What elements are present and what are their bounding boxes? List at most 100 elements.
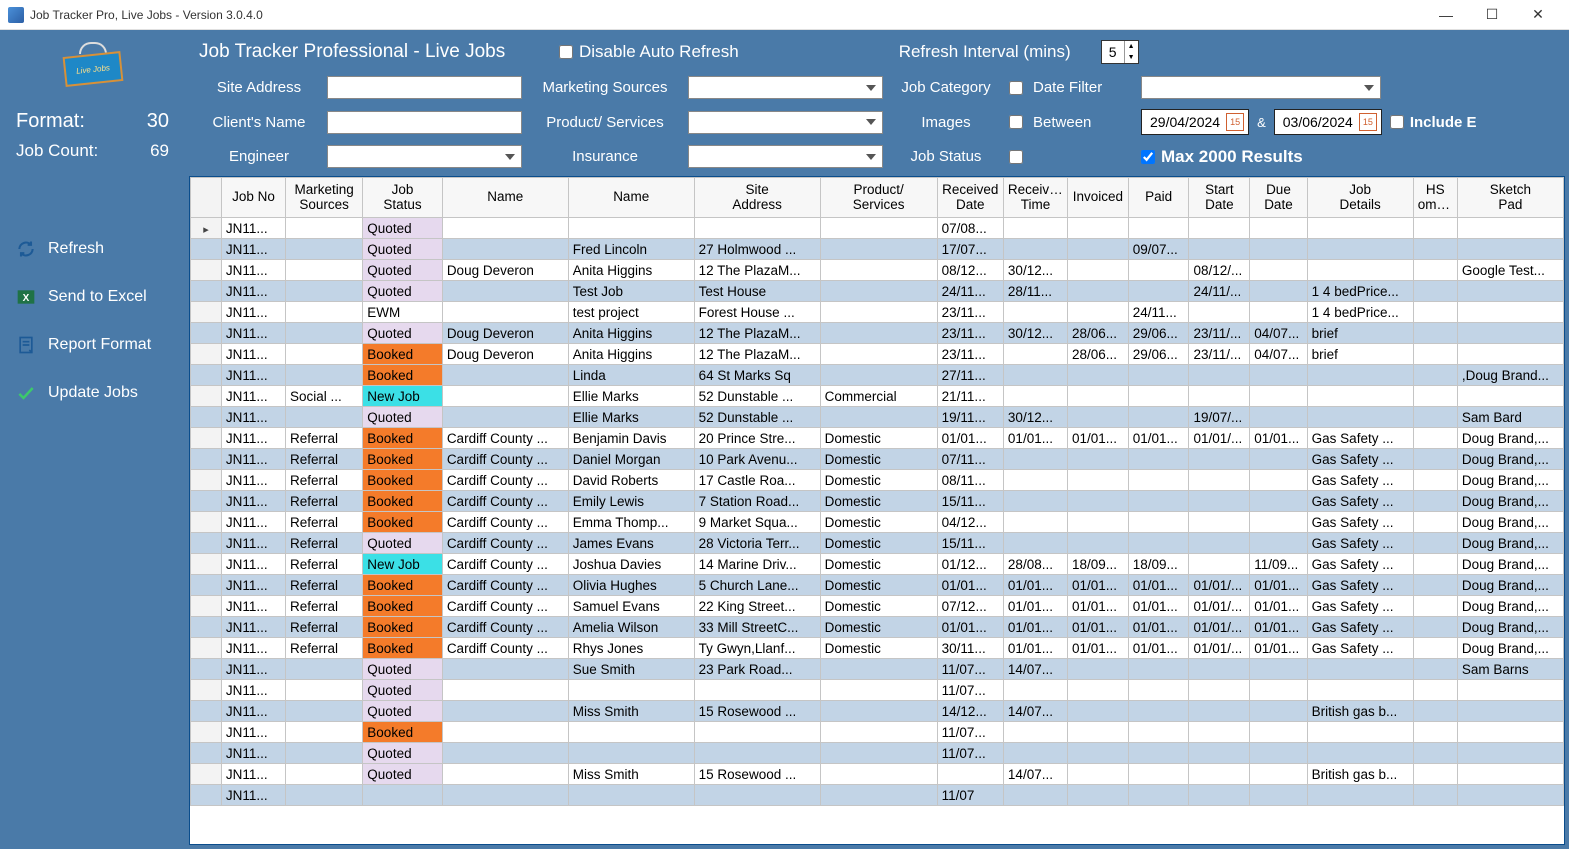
spin-up-icon[interactable]: ▲ — [1125, 41, 1138, 52]
table-cell[interactable] — [1413, 617, 1457, 638]
table-cell[interactable]: Doug Deveron — [442, 344, 568, 365]
table-cell[interactable]: Quoted — [363, 533, 443, 554]
table-cell[interactable]: Referral — [285, 596, 362, 617]
table-cell[interactable]: Quoted — [363, 218, 443, 239]
table-cell[interactable]: Gas Safety ... — [1307, 512, 1413, 533]
table-cell[interactable]: Doug Deveron — [442, 323, 568, 344]
table-cell[interactable]: 01/01... — [1003, 617, 1067, 638]
table-row[interactable]: JN11...ReferralBookedCardiff County ...E… — [191, 512, 1564, 533]
table-cell[interactable] — [694, 743, 820, 764]
table-cell[interactable] — [694, 218, 820, 239]
column-header[interactable]: ReceivedTime — [1003, 178, 1067, 218]
table-cell[interactable] — [442, 785, 568, 806]
job-status-checkbox[interactable] — [1009, 150, 1023, 164]
table-cell[interactable] — [1250, 743, 1307, 764]
table-cell[interactable]: Booked — [363, 428, 443, 449]
row-header[interactable] — [191, 260, 222, 281]
table-cell[interactable]: Daniel Morgan — [568, 449, 694, 470]
table-cell[interactable] — [1457, 281, 1563, 302]
table-cell[interactable] — [1413, 386, 1457, 407]
table-cell[interactable]: JN11... — [221, 596, 285, 617]
table-cell[interactable] — [1413, 575, 1457, 596]
table-cell[interactable]: Anita Higgins — [568, 323, 694, 344]
row-header[interactable] — [191, 386, 222, 407]
table-cell[interactable]: 04/07... — [1250, 344, 1307, 365]
table-cell[interactable] — [820, 218, 937, 239]
table-cell[interactable] — [1128, 407, 1189, 428]
nav-refresh[interactable]: Refresh — [0, 225, 185, 273]
table-cell[interactable] — [285, 722, 362, 743]
table-cell[interactable]: 7 Station Road... — [694, 491, 820, 512]
table-cell[interactable]: 14/07... — [1003, 764, 1067, 785]
table-cell[interactable]: 01/01... — [1250, 428, 1307, 449]
table-cell[interactable]: 01/01... — [1067, 596, 1128, 617]
table-cell[interactable]: Domestic — [820, 575, 937, 596]
table-cell[interactable] — [1067, 260, 1128, 281]
table-cell[interactable]: 29/06... — [1128, 344, 1189, 365]
table-cell[interactable]: 11/07... — [937, 722, 1003, 743]
table-cell[interactable]: 28/06... — [1067, 323, 1128, 344]
table-cell[interactable]: 23 Park Road... — [694, 659, 820, 680]
table-cell[interactable]: JN11... — [221, 365, 285, 386]
table-cell[interactable] — [1189, 512, 1250, 533]
table-cell[interactable] — [1189, 239, 1250, 260]
table-cell[interactable]: 11/07... — [937, 659, 1003, 680]
table-cell[interactable]: Domestic — [820, 512, 937, 533]
table-cell[interactable]: Olivia Hughes — [568, 575, 694, 596]
table-cell[interactable] — [1250, 218, 1307, 239]
table-cell[interactable]: JN11... — [221, 764, 285, 785]
table-cell[interactable]: 28/11... — [1003, 281, 1067, 302]
table-cell[interactable] — [1128, 512, 1189, 533]
table-cell[interactable] — [1067, 764, 1128, 785]
table-cell[interactable] — [1003, 302, 1067, 323]
table-cell[interactable] — [285, 659, 362, 680]
refresh-interval-spinner[interactable]: ▲▼ — [1101, 40, 1139, 64]
table-cell[interactable]: Cardiff County ... — [442, 596, 568, 617]
table-cell[interactable] — [1003, 365, 1067, 386]
table-cell[interactable] — [1128, 449, 1189, 470]
table-cell[interactable]: JN11... — [221, 722, 285, 743]
table-cell[interactable]: Doug Brand,... — [1457, 533, 1563, 554]
table-cell[interactable] — [1250, 659, 1307, 680]
table-row[interactable]: JN11...ReferralNew JobCardiff County ...… — [191, 554, 1564, 575]
table-cell[interactable]: 27/11... — [937, 365, 1003, 386]
table-cell[interactable]: Quoted — [363, 323, 443, 344]
table-cell[interactable] — [1250, 260, 1307, 281]
table-cell[interactable] — [1457, 722, 1563, 743]
table-cell[interactable] — [1067, 722, 1128, 743]
table-cell[interactable]: Doug Brand,... — [1457, 638, 1563, 659]
table-cell[interactable]: Fred Lincoln — [568, 239, 694, 260]
table-cell[interactable] — [285, 302, 362, 323]
table-cell[interactable] — [1250, 491, 1307, 512]
table-cell[interactable] — [1250, 722, 1307, 743]
table-cell[interactable] — [820, 701, 937, 722]
table-cell[interactable]: Gas Safety ... — [1307, 470, 1413, 491]
table-cell[interactable] — [1067, 386, 1128, 407]
table-cell[interactable]: Doug Brand,... — [1457, 512, 1563, 533]
table-cell[interactable] — [1413, 344, 1457, 365]
table-row[interactable]: JN11...ReferralBookedCardiff County ...E… — [191, 491, 1564, 512]
table-row[interactable]: JN11...QuotedTest JobTest House24/11...2… — [191, 281, 1564, 302]
table-cell[interactable]: 04/07... — [1250, 323, 1307, 344]
table-cell[interactable]: JN11... — [221, 344, 285, 365]
table-cell[interactable]: Cardiff County ... — [442, 575, 568, 596]
table-cell[interactable]: 12 The PlazaM... — [694, 260, 820, 281]
column-header[interactable]: StartDate — [1189, 178, 1250, 218]
table-cell[interactable]: Gas Safety ... — [1307, 575, 1413, 596]
row-header[interactable] — [191, 428, 222, 449]
table-cell[interactable]: Gas Safety ... — [1307, 617, 1413, 638]
table-cell[interactable]: Referral — [285, 428, 362, 449]
table-cell[interactable] — [1413, 470, 1457, 491]
table-cell[interactable] — [820, 785, 937, 806]
include-e-checkbox[interactable] — [1390, 115, 1404, 129]
table-cell[interactable] — [1128, 365, 1189, 386]
table-cell[interactable]: JN11... — [221, 407, 285, 428]
table-cell[interactable] — [1128, 386, 1189, 407]
row-header[interactable] — [191, 491, 222, 512]
table-cell[interactable] — [1307, 218, 1413, 239]
column-header[interactable]: JobDetails — [1307, 178, 1413, 218]
table-cell[interactable]: 01/01... — [1128, 638, 1189, 659]
table-cell[interactable]: 04/12... — [937, 512, 1003, 533]
row-header[interactable] — [191, 743, 222, 764]
table-cell[interactable]: 01/01... — [1067, 638, 1128, 659]
